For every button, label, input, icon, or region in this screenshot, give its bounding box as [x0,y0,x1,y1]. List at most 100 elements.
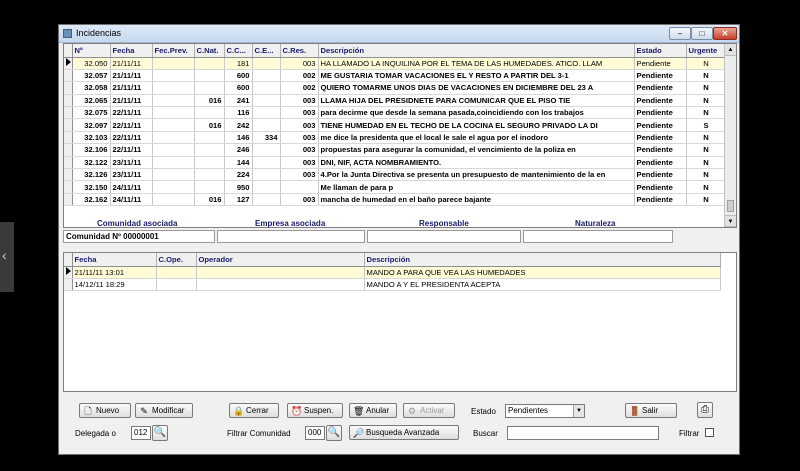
buscar-input[interactable] [507,426,659,440]
cell-c-e[interactable] [252,106,281,120]
row-indicator[interactable] [64,180,73,194]
naturaleza-field[interactable] [523,230,673,243]
cell-descripcion[interactable]: DNI, NIF, ACTA NOMBRAMIENTO. [318,156,635,170]
cell-estado[interactable]: Pendiente [634,156,687,170]
cell-descripcion[interactable]: mancha de humedad en el baño parece baja… [318,193,635,207]
cell-c-e[interactable]: 334 [252,131,281,145]
cell-c-c[interactable]: 224 [224,168,253,182]
cell-fec-prev[interactable] [152,131,195,145]
row-indicator[interactable] [64,266,73,279]
cell-c-c[interactable]: 246 [224,143,253,157]
salir-button[interactable]: 🚪 Salir [625,403,677,418]
responsable-field[interactable] [367,230,521,243]
table-row[interactable]: 32.126 23/11/11 224 003 4.Por la Junta Direc… [64,168,727,182]
activar-button[interactable]: ⚙ Activar [403,403,455,418]
table-row[interactable]: 32.097 22/11/11 016 242 003 TIENE HUMEDAD EN … [64,118,727,132]
cell-fecha[interactable]: 22/11/11 [110,143,153,157]
cell-numero[interactable]: 32.058 [72,81,111,95]
modificar-button[interactable]: ✎ Modificar [135,403,193,418]
estado-select[interactable]: Pendientes ▼ [505,404,585,418]
cell-descripcion[interactable]: Me llaman de para p [318,180,635,194]
close-button[interactable]: ✕ [713,27,737,40]
cell-c-e[interactable] [252,168,281,182]
table-row[interactable]: 14/12/11 18:29 MANDO A Y EL PRESIDENTA AC… [64,278,721,292]
cell-c-res[interactable]: 003 [280,143,319,157]
cell-c-nat[interactable]: 016 [194,94,225,108]
cell-op-c-ope[interactable] [156,266,197,279]
cell-fecha[interactable]: 23/11/11 [110,168,153,182]
nuevo-button[interactable]: 🗋 Nuevo [79,403,131,418]
row-indicator[interactable] [64,69,73,83]
cell-op-descripcion[interactable]: MANDO A PARA QUE VEA LAS HUMEDADES [364,266,721,279]
cell-urgente[interactable]: N [686,81,727,95]
cell-fec-prev[interactable] [152,57,195,70]
cell-c-c[interactable]: 950 [224,180,253,194]
cell-numero[interactable]: 32.065 [72,94,111,108]
cell-numero[interactable]: 32.050 [72,57,111,70]
col-header-urgente[interactable]: Urgente [686,44,727,58]
cell-fec-prev[interactable] [152,168,195,182]
col-header-numero[interactable]: Nº [72,44,111,58]
row-indicator[interactable] [64,131,73,145]
cell-op-fecha[interactable]: 21/11/11 13:01 [72,266,157,279]
cell-estado[interactable]: Pendiente [634,131,687,145]
cell-descripcion[interactable]: 4.Por la Junta Directiva se presenta un … [318,168,635,182]
cell-estado[interactable]: Pendiente [634,143,687,157]
cell-descripcion[interactable]: para decirme que desde la semana pasada,… [318,106,635,120]
cell-c-nat[interactable]: 016 [194,118,225,132]
suspen-button[interactable]: ⏰ Suspen. [287,403,343,418]
cell-fec-prev[interactable] [152,193,195,207]
table-row[interactable]: 32.106 22/11/11 246 003 propuestas para aseg… [64,143,727,157]
cell-c-e[interactable] [252,81,281,95]
cell-c-res[interactable]: 003 [280,94,319,108]
cell-estado[interactable]: Pendiente [634,168,687,182]
cell-c-e[interactable] [252,156,281,170]
table-row[interactable]: 32.050 21/11/11 181 003 HA LLAMADO LA INQUIL… [64,57,727,70]
cell-fecha[interactable]: 22/11/11 [110,106,153,120]
cell-descripcion[interactable]: LLAMA HIJA DEL PRESIDNETE PARA COMUNICAR… [318,94,635,108]
col-header-c-res[interactable]: C.Res. [280,44,319,58]
cell-numero[interactable]: 32.150 [72,180,111,194]
cell-numero[interactable]: 32.097 [72,118,111,132]
cerrar-button[interactable]: 🔒 Cerrar [229,403,279,418]
cell-c-e[interactable] [252,94,281,108]
delegada-search-button[interactable]: 🔍 [152,425,168,441]
cell-urgente[interactable]: N [686,94,727,108]
cell-c-res[interactable]: 003 [280,193,319,207]
table-row[interactable]: 21/11/11 13:01 MANDO A PARA QUE VEA LAS H… [64,266,721,279]
empresa-asociada-field[interactable] [217,230,365,243]
cell-fec-prev[interactable] [152,106,195,120]
col-header-descripcion[interactable]: Descripción [318,44,635,58]
cell-fecha[interactable]: 22/11/11 [110,131,153,145]
cell-c-res[interactable]: 003 [280,106,319,120]
scroll-down-icon[interactable]: ▼ [725,215,736,227]
col-header-operador[interactable]: Operador [196,253,365,267]
row-indicator[interactable] [64,94,73,108]
cell-c-e[interactable] [252,69,281,83]
cell-c-nat[interactable] [194,156,225,170]
cell-c-c[interactable]: 600 [224,81,253,95]
cell-c-nat[interactable] [194,143,225,157]
cell-estado[interactable]: Pendiente [634,94,687,108]
anular-button[interactable]: 🗑 Anular [349,403,397,418]
cell-descripcion[interactable]: ME GUSTARIA TOMAR VACACIONES EL Y RESTO … [318,69,635,83]
cell-estado[interactable]: Pendiente [634,57,687,70]
cell-estado[interactable]: Pendiente [634,118,687,132]
cell-c-nat[interactable] [194,180,225,194]
cell-c-c[interactable]: 116 [224,106,253,120]
grid-vertical-scrollbar[interactable]: ▲ ▼ [724,44,736,227]
filtrar-checkbox[interactable] [705,428,714,437]
operaciones-grid[interactable]: Fecha C.Ope. Operador Descripción 21/11/… [63,252,737,392]
cell-fec-prev[interactable] [152,81,195,95]
cell-estado[interactable]: Pendiente [634,193,687,207]
cell-c-c[interactable]: 600 [224,69,253,83]
row-indicator[interactable] [64,193,73,207]
cell-op-operador[interactable] [196,266,365,279]
cell-c-nat[interactable] [194,131,225,145]
cell-op-c-ope[interactable] [156,278,197,292]
table-row[interactable]: 32.122 23/11/11 144 003 DNI, NIF, ACTA NOMBR… [64,156,727,170]
cell-numero[interactable]: 32.057 [72,69,111,83]
minimize-button[interactable]: – [669,27,691,40]
cell-op-operador[interactable] [196,278,365,292]
table-row[interactable]: 32.058 21/11/11 600 002 QUIERO TOMARME UNOS … [64,81,727,95]
